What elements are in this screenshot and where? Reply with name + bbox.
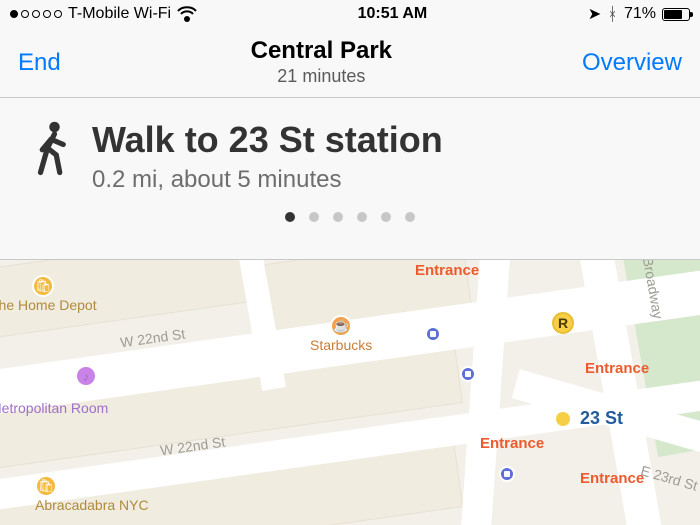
pager-dot[interactable] [405, 212, 415, 222]
wifi-icon [177, 7, 197, 22]
bluetooth-icon: ᚼ [607, 4, 618, 25]
signal-dots-icon [10, 10, 62, 18]
transit-entrance[interactable]: Entrance [585, 360, 649, 377]
bus-stop-icon[interactable] [425, 326, 441, 342]
pager-dot[interactable] [285, 212, 295, 222]
header-title-group: Central Park 21 minutes [251, 37, 392, 87]
step-detail: 0.2 mi, about 5 minutes [92, 166, 443, 194]
shopping-bag-icon: 🛍 [35, 475, 57, 497]
coffee-icon: ☕ [330, 315, 352, 337]
transit-entrance[interactable]: Entrance [480, 435, 544, 452]
transit-entrance[interactable]: Entrance [415, 262, 479, 279]
subway-line-r-icon[interactable]: R [552, 312, 574, 334]
status-left: T-Mobile Wi-Fi [10, 5, 197, 23]
step-instruction: Walk to 23 St station [92, 120, 443, 160]
direction-step-card[interactable]: Walk to 23 St station 0.2 mi, about 5 mi… [0, 98, 700, 260]
location-arrow-icon: ➤ [588, 4, 601, 24]
battery-icon [662, 8, 690, 21]
status-right: ➤ ᚼ 71% [588, 4, 690, 25]
carrier-label: T-Mobile Wi-Fi [68, 5, 171, 23]
poi-metropolitan[interactable]: Metropolitan Room [0, 400, 108, 416]
poi-music-icon[interactable]: ♪ [75, 365, 97, 387]
transit-entrance[interactable]: Entrance [580, 470, 644, 487]
shopping-bag-icon: 🛍 [32, 275, 54, 297]
destination-title: Central Park [251, 37, 392, 66]
pager-dot[interactable] [309, 212, 319, 222]
map-canvas[interactable]: W 22nd St W 22nd St Broadway E 23rd St 🛍… [0, 260, 700, 525]
battery-pct: 71% [624, 5, 656, 23]
music-note-icon: ♪ [75, 365, 97, 387]
step-pager[interactable] [30, 212, 670, 222]
poi-abracadabra[interactable]: 🛍 Abracadabra NYC [35, 475, 149, 513]
status-bar: T-Mobile Wi-Fi 10:51 AM ➤ ᚼ 71% [0, 0, 700, 28]
status-time: 10:51 AM [358, 5, 428, 23]
pager-dot[interactable] [357, 212, 367, 222]
eta-subtitle: 21 minutes [251, 66, 392, 88]
pager-dot[interactable] [333, 212, 343, 222]
pager-dot[interactable] [381, 212, 391, 222]
poi-starbucks[interactable]: ☕ Starbucks [310, 315, 372, 353]
end-button[interactable]: End [18, 49, 61, 77]
walking-icon [30, 120, 72, 181]
subway-station-23st-icon[interactable] [554, 410, 572, 428]
overview-button[interactable]: Overview [582, 49, 682, 77]
nav-header: End Central Park 21 minutes Overview [0, 28, 700, 98]
poi-home-depot[interactable]: 🛍 The Home Depot [0, 275, 97, 313]
bus-stop-icon[interactable] [499, 466, 515, 482]
bus-stop-icon[interactable] [460, 366, 476, 382]
station-label-23st[interactable]: 23 St [580, 408, 623, 429]
